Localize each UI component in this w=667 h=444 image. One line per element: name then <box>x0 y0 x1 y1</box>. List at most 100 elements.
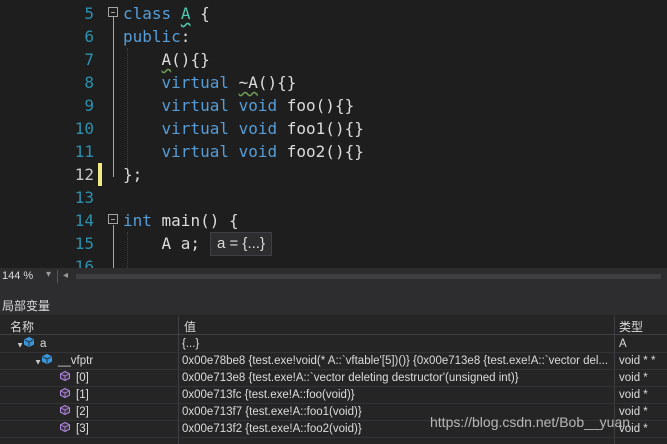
panel-title: 局部变量 <box>2 299 51 313</box>
zoom-level[interactable]: 144 % <box>2 270 33 282</box>
code-text: public: <box>123 25 190 48</box>
element-icon <box>60 404 70 416</box>
code-line[interactable]: 9 virtual void foo(){} <box>0 94 667 117</box>
code-line[interactable]: 10 virtual void foo1(){} <box>0 117 667 140</box>
code-line[interactable]: 11 virtual void foo2(){} <box>0 140 667 163</box>
variable-value[interactable]: 0x00e713fc {test.exe!A::foo(void)} <box>182 387 612 403</box>
variable-type: void * <box>619 372 648 384</box>
line-number: 5 <box>84 4 94 23</box>
code-token: void <box>238 142 278 161</box>
code-token: foo2(){} <box>277 142 364 161</box>
locals-row[interactable]: ▲ __vfptr 0x00e78be8 {test.exe!void(* A::`… <box>0 353 667 370</box>
line-number: 7 <box>84 50 94 69</box>
variable-name: a <box>40 338 47 350</box>
code-line[interactable]: 15 A a; <box>0 232 667 255</box>
code-token: : <box>180 27 191 46</box>
panel-title-bar: 局部变量 <box>0 285 667 315</box>
column-header-value[interactable]: 值 <box>184 318 196 335</box>
code-token: void <box>238 119 278 138</box>
element-icon <box>60 370 70 382</box>
locals-row[interactable]: ▲ a {...} A <box>0 336 667 353</box>
code-token: foo(){} <box>277 96 355 115</box>
code-text: }; <box>123 163 142 186</box>
code-text: A a; <box>123 232 201 255</box>
locals-name-cell: [2] <box>48 404 177 420</box>
code-token: }; <box>123 165 143 184</box>
change-marker <box>98 163 102 186</box>
locals-header: 名称 值 类型 <box>0 316 667 335</box>
code-token: (){} <box>171 50 210 69</box>
code-text: virtual void foo1(){} <box>123 117 364 140</box>
element-icon <box>60 421 70 433</box>
code-token: A a; <box>123 234 201 253</box>
variable-value[interactable]: 0x00e713e8 {test.exe!A::`vector deleting… <box>182 370 612 386</box>
collapse-icon[interactable] <box>108 214 118 224</box>
code-line[interactable]: 13 <box>0 186 667 209</box>
code-line[interactable]: 8 virtual ~A(){} <box>0 71 667 94</box>
line-number: 15 <box>74 234 94 253</box>
variable-type: void * <box>619 389 648 401</box>
variable-name: [3] <box>76 423 89 435</box>
variable-name: [2] <box>76 406 89 418</box>
code-text: int main() { <box>123 209 239 232</box>
code-token: { <box>190 4 210 23</box>
code-line[interactable]: 5 class A { <box>0 2 667 25</box>
code-text: A(){} <box>123 48 210 71</box>
code-token: int <box>123 211 152 230</box>
code-line[interactable]: 6 public: <box>0 25 667 48</box>
code-line[interactable]: 12}; <box>0 163 667 186</box>
variable-type: A <box>619 338 627 350</box>
divider <box>57 270 58 283</box>
variable-name: [1] <box>76 389 89 401</box>
expand-toggle-icon[interactable]: ▲ <box>12 337 24 353</box>
locals-name-cell: [3] <box>48 421 177 437</box>
code-token: A <box>180 4 191 23</box>
code-token: A <box>161 50 172 69</box>
line-number: 8 <box>84 73 94 92</box>
field-icon <box>42 353 52 365</box>
variable-value[interactable]: {...} <box>182 336 612 352</box>
code-text: virtual void foo2(){} <box>123 140 364 163</box>
locals-name-cell: [1] <box>48 387 177 403</box>
expand-toggle-icon[interactable]: ▲ <box>30 354 42 370</box>
code-text: virtual ~A(){} <box>123 71 297 94</box>
code-text: class A { <box>123 2 210 25</box>
code-token: virtual <box>161 119 229 138</box>
collapse-icon[interactable] <box>108 7 118 17</box>
column-header-type[interactable]: 类型 <box>619 318 643 335</box>
code-token: class <box>123 4 172 23</box>
code-line[interactable]: 16 <box>0 255 667 268</box>
code-editor[interactable]: 5 class A {6 public: 7 A(){} 8 virtual ~A(){… <box>0 0 667 268</box>
line-number: 12 <box>74 165 94 184</box>
horizontal-scrollbar[interactable] <box>76 274 661 279</box>
code-token: main() { <box>151 211 239 230</box>
locals-name-cell: [0] <box>48 370 177 386</box>
line-number: 9 <box>84 96 94 115</box>
code-token: void <box>238 96 278 115</box>
line-number: 13 <box>74 188 94 207</box>
code-token: ~A <box>238 73 258 92</box>
code-line[interactable]: 14 int main() { <box>0 209 667 232</box>
datatip[interactable]: a = {...} <box>210 232 272 256</box>
variable-value[interactable]: 0x00e78be8 {test.exe!void(* A::`vftable'… <box>182 353 612 369</box>
scroll-left-icon[interactable]: ◂ <box>63 270 68 281</box>
column-header-name[interactable]: 名称 <box>10 318 34 335</box>
zoom-dropdown-icon[interactable]: ▾ <box>46 269 51 280</box>
code-token: virtual <box>161 96 229 115</box>
line-number: 14 <box>74 211 94 230</box>
code-token: public <box>123 27 181 46</box>
line-number: 10 <box>74 119 94 138</box>
locals-row[interactable]: [0] 0x00e713e8 {test.exe!A::`vector delet… <box>0 370 667 387</box>
locals-row[interactable]: [1] 0x00e713fc {test.exe!A::foo(void)} voi… <box>0 387 667 404</box>
locals-name-cell: ▲ __vfptr <box>30 353 177 370</box>
zoom-bar: 144 % ▾ ◂ <box>0 268 667 285</box>
code-line[interactable]: 7 A(){} <box>0 48 667 71</box>
